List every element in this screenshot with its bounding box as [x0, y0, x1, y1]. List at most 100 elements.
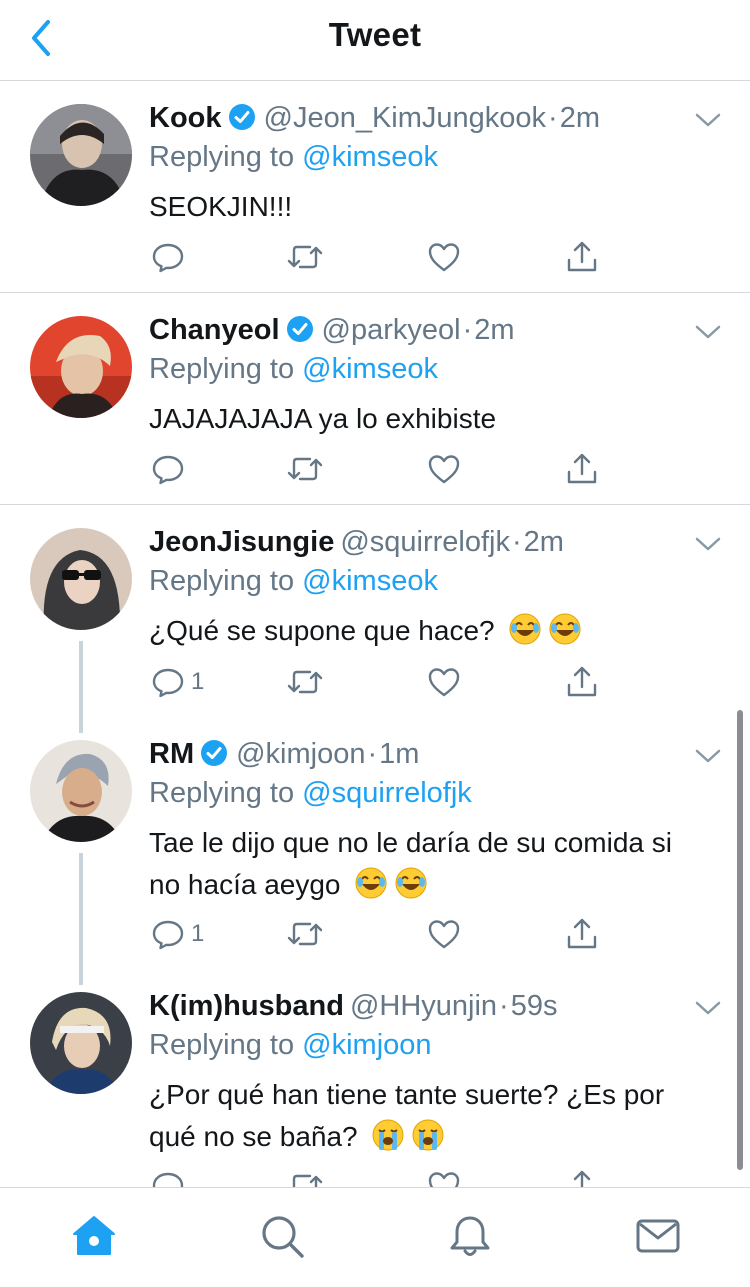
author-handle[interactable]: @HHyunjin: [350, 990, 497, 1022]
tweet-text-line: no hacía aeygo: [149, 869, 341, 900]
timestamp[interactable]: 1m: [379, 738, 419, 770]
replying-to: Replying to @kimseok: [149, 564, 438, 598]
tweet[interactable]: Kook @Jeon_KimJungkook·2m Replying to @ki…: [0, 81, 750, 293]
tweet[interactable]: RM @kimjoon·1m Replying to @squirrelofjk …: [0, 717, 750, 969]
verified-badge-icon: [228, 104, 255, 130]
tweet-text: JAJAJAJAJA ya lo exhibiste: [149, 403, 497, 434]
timestamp[interactable]: 59s: [511, 990, 558, 1022]
tweet-text-line: Tae le dijo que no le daría de su comida…: [149, 827, 672, 858]
more-options-button[interactable]: [694, 323, 722, 341]
share-button[interactable]: [565, 916, 599, 952]
replying-to: Replying to @kimjoon: [149, 1028, 432, 1062]
avatar[interactable]: [30, 104, 132, 206]
retweet-button[interactable]: [286, 451, 324, 487]
replying-to: Replying to @squirrelofjk: [149, 776, 472, 810]
tab-search[interactable]: [258, 1212, 306, 1260]
author-handle[interactable]: @kimjoon: [236, 738, 365, 770]
reply-button[interactable]: [151, 239, 185, 275]
home-icon: [73, 1216, 115, 1255]
tab-notifications[interactable]: [446, 1212, 494, 1260]
avatar[interactable]: [30, 992, 132, 1094]
author-handle[interactable]: @squirrelofjk: [340, 526, 510, 558]
retweet-button[interactable]: [286, 239, 324, 275]
tweet-text-line: ¿Por qué han tiene tante suerte? ¿Es por: [149, 1079, 665, 1110]
reply-button[interactable]: [151, 451, 185, 487]
author-handle[interactable]: @Jeon_KimJungkook: [264, 102, 547, 134]
share-icon: [567, 241, 597, 272]
face-with-tears-of-joy-icon: [509, 613, 541, 645]
share-button[interactable]: [565, 451, 599, 487]
like-button[interactable]: [427, 239, 461, 275]
tweet-text-line-2: no hacía aeygo: [149, 864, 724, 906]
verified-badge-icon: [286, 316, 313, 342]
replying-to: Replying to @kimseok: [149, 352, 438, 386]
like-button[interactable]: [427, 916, 461, 952]
tweet-feed[interactable]: Kook @Jeon_KimJungkook·2m Replying to @ki…: [0, 81, 750, 1187]
tweet-text: Tae le dijo que no le daría de su comida…: [149, 822, 724, 906]
messages-icon: [636, 1219, 680, 1253]
replying-to-label: Replying to: [149, 141, 295, 173]
timestamp[interactable]: 2m: [560, 102, 600, 134]
separator: ·: [367, 738, 378, 770]
timestamp[interactable]: 2m: [474, 314, 514, 346]
replying-to-mention[interactable]: @squirrelofjk: [302, 777, 472, 809]
reply-button[interactable]: 1: [151, 916, 204, 952]
like-button[interactable]: [427, 664, 461, 700]
reply-icon: [152, 243, 184, 273]
heart-icon: [428, 1172, 460, 1187]
author-name[interactable]: RM: [149, 738, 194, 770]
reply-button[interactable]: 1: [151, 664, 204, 700]
replying-to-mention[interactable]: @kimseok: [302, 565, 438, 597]
top-bar: Tweet: [0, 0, 750, 81]
author-name[interactable]: Chanyeol: [149, 314, 280, 346]
author-name[interactable]: Kook: [149, 102, 222, 134]
more-options-button[interactable]: [694, 747, 722, 765]
timestamp[interactable]: 2m: [524, 526, 564, 558]
page-title: Tweet: [328, 16, 422, 53]
replying-to-mention[interactable]: @kimseok: [302, 141, 438, 173]
face-with-tears-of-joy-icon: [395, 867, 427, 899]
avatar[interactable]: [30, 740, 132, 842]
tab-messages[interactable]: [634, 1212, 682, 1260]
chevron-down-icon: [695, 749, 721, 763]
retweet-icon: [287, 922, 323, 946]
face-with-tears-of-joy-icon: [549, 613, 581, 645]
author-name[interactable]: JeonJisungie: [149, 526, 334, 558]
replying-to-mention[interactable]: @kimseok: [302, 353, 438, 385]
author-name[interactable]: K(im)husband: [149, 990, 344, 1022]
reply-button[interactable]: [151, 1168, 185, 1187]
replying-to-mention[interactable]: @kimjoon: [302, 1029, 431, 1061]
share-button[interactable]: [565, 1168, 599, 1187]
retweet-button[interactable]: [286, 916, 324, 952]
tweet-text: SEOKJIN!!!: [149, 191, 293, 222]
retweet-button[interactable]: [286, 664, 324, 700]
more-options-button[interactable]: [694, 111, 722, 129]
replying-to-label: Replying to: [149, 565, 295, 597]
face-with-tears-of-joy-icon: [355, 867, 387, 899]
author-handle[interactable]: @parkyeol: [322, 314, 461, 346]
tweet-text-line: qué no se baña?: [149, 1121, 358, 1152]
more-options-button[interactable]: [694, 535, 722, 553]
separator: ·: [548, 102, 558, 134]
like-button[interactable]: [427, 451, 461, 487]
tweet-text: ¿Por qué han tiene tante suerte? ¿Es por…: [149, 1074, 724, 1158]
replying-to-label: Replying to: [149, 777, 295, 809]
tab-home[interactable]: [70, 1212, 118, 1260]
scrollbar[interactable]: [737, 710, 743, 1170]
like-button[interactable]: [427, 1168, 461, 1187]
share-button[interactable]: [565, 239, 599, 275]
tweet[interactable]: Chanyeol @parkyeol·2m Replying to @kimseo…: [0, 293, 750, 505]
replying-to-label: Replying to: [149, 1029, 295, 1061]
share-icon: [567, 453, 597, 484]
more-options-button[interactable]: [694, 999, 722, 1017]
tweet[interactable]: JeonJisungie @squirrelofjk·2m Replying to…: [0, 505, 750, 717]
retweet-button[interactable]: [286, 1168, 324, 1187]
avatar[interactable]: [30, 528, 132, 630]
separator: ·: [511, 526, 522, 558]
avatar[interactable]: [30, 316, 132, 418]
verified-badge-icon: [201, 740, 228, 766]
share-button[interactable]: [565, 664, 599, 700]
reply-icon: [152, 1172, 184, 1187]
loudly-crying-face-icon: [412, 1119, 444, 1151]
tweet[interactable]: K(im)husband @HHyunjin·59s Replying to @k…: [0, 969, 750, 1187]
